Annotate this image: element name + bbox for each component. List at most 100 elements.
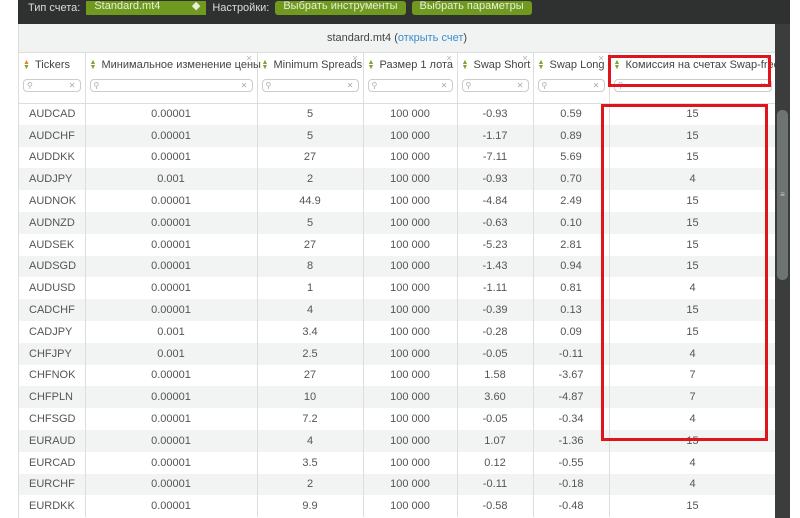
column-header[interactable]: ✕ ▲ ▼ Минимальное изменение цены ⚲ ✕: [85, 53, 261, 104]
table-row[interactable]: EURCHF 0.00001 2 100 000 -0.11 -0.18 4: [19, 473, 777, 496]
table-cell: CHFJPY: [19, 342, 86, 365]
table-cell: 100 000: [363, 429, 458, 452]
table-cell: 100 000: [363, 255, 458, 278]
table-cell: AUDNZD: [19, 211, 86, 234]
table-cell: 100 000: [363, 495, 458, 518]
table-cell: -0.63: [457, 211, 534, 234]
table-cell: 100 000: [363, 233, 458, 256]
table-cell: CHFSGD: [19, 408, 86, 430]
clear-icon[interactable]: ✕: [241, 80, 248, 91]
table-cell: 4: [609, 451, 777, 474]
chevron-updown-icon: ◆: [191, 0, 201, 12]
account-name: standard.mt4: [326, 32, 392, 44]
column-filter-input[interactable]: ⚲ ✕: [367, 79, 453, 92]
column-title: Minimum Spreads: [273, 59, 363, 71]
table-cell: 100 000: [363, 168, 458, 191]
column-header[interactable]: ✕ ▲ ▼ Swap Long ⚲ ✕: [533, 53, 610, 104]
column-header[interactable]: ✕ ▲ ▼ Minimum Spreads ⚲ ✕: [257, 53, 364, 104]
column-filter-input[interactable]: ⚲ ✕: [261, 79, 359, 92]
table-cell: -0.55: [533, 451, 610, 474]
highlight-box-header: [608, 55, 771, 87]
table-cell: 0.00001: [85, 364, 258, 387]
table-cell: 15: [609, 495, 777, 518]
table-cell: -0.48: [533, 495, 610, 518]
scrollbar-thumb[interactable]: ≡: [777, 110, 788, 280]
clear-icon[interactable]: ✕: [347, 80, 354, 91]
table-cell: 100 000: [363, 451, 458, 474]
paren: ): [463, 32, 468, 44]
close-icon[interactable]: ✕: [522, 54, 529, 63]
table-cell: 10: [257, 386, 364, 409]
table-cell: 100 000: [363, 211, 458, 234]
table-cell: AUDCAD: [19, 103, 86, 125]
table-cell: 0.00001: [85, 255, 258, 278]
select-instruments-button[interactable]: Выбрать инструменты: [275, 1, 406, 15]
close-icon[interactable]: ✕: [246, 54, 253, 63]
table-cell: AUDDKK: [19, 146, 86, 169]
column-header[interactable]: ✕ ▲ ▼ Swap Short ⚲ ✕: [457, 53, 534, 104]
close-icon[interactable]: ✕: [352, 54, 359, 63]
close-icon[interactable]: ✕: [598, 54, 605, 63]
table-cell: 44.9: [257, 190, 364, 212]
table-cell: 0.00001: [85, 299, 258, 321]
sort-icon[interactable]: ▲ ▼: [368, 59, 376, 71]
close-icon[interactable]: ✕: [446, 54, 453, 63]
table-cell: -1.43: [457, 255, 534, 278]
table-cell: 0.00001: [85, 495, 258, 518]
clear-icon[interactable]: ✕: [69, 80, 76, 91]
table-cell: -1.36: [533, 429, 610, 452]
sort-icon[interactable]: ▲ ▼: [262, 59, 270, 71]
sort-icon[interactable]: ▲ ▼: [90, 59, 98, 71]
table-cell: -5.23: [457, 233, 534, 256]
search-icon: ⚲: [265, 81, 272, 90]
table-cell: 0.81: [533, 277, 610, 300]
search-icon: ⚲: [371, 81, 378, 90]
toolbar: Тип счета: Standard.mt4 ◆ Настройки: Выбр…: [18, 0, 790, 24]
clear-icon[interactable]: ✕: [441, 80, 448, 91]
table-cell: 100 000: [363, 277, 458, 300]
table-row[interactable]: EURDKK 0.00001 9.9 100 000 -0.58 -0.48 15: [19, 495, 777, 518]
table-cell: CHFNOK: [19, 364, 86, 387]
table-cell: AUDCHF: [19, 124, 86, 147]
table-cell: -0.05: [457, 408, 534, 430]
table-cell: 4: [257, 429, 364, 452]
column-header[interactable]: ▲ ▼ Tickers ⚲ ✕: [19, 53, 86, 104]
column-filter-input[interactable]: ⚲ ✕: [461, 79, 529, 92]
account-type-select[interactable]: Standard.mt4 ◆: [86, 0, 207, 15]
table-cell: 1: [257, 277, 364, 300]
table-cell: 100 000: [363, 299, 458, 321]
table-cell: 0.00001: [85, 124, 258, 147]
table-cell: 0.00001: [85, 429, 258, 452]
open-account-link[interactable]: открыть счет: [398, 32, 463, 44]
clear-icon[interactable]: ✕: [593, 80, 600, 91]
table-cell: 100 000: [363, 364, 458, 387]
table-cell: -0.93: [457, 168, 534, 191]
table-cell: 0.13: [533, 299, 610, 321]
table-cell: -0.93: [457, 103, 534, 125]
sort-icon[interactable]: ▲ ▼: [538, 59, 546, 71]
column-filter-input[interactable]: ⚲ ✕: [89, 79, 253, 92]
table-cell: 0.00001: [85, 190, 258, 212]
table-cell: 3.60: [457, 386, 534, 409]
select-params-button[interactable]: Выбрать параметры: [411, 1, 532, 15]
table-cell: 5.69: [533, 146, 610, 169]
table-cell: AUDJPY: [19, 168, 86, 191]
column-filter-input[interactable]: ⚲ ✕: [537, 79, 605, 92]
table-cell: 1.58: [457, 364, 534, 387]
table-cell: 0.00001: [85, 473, 258, 496]
table-cell: 7.2: [257, 408, 364, 430]
table-cell: EURAUD: [19, 429, 86, 452]
table-cell: 0.001: [85, 342, 258, 365]
highlight-box-column: [601, 104, 768, 441]
column-header[interactable]: ✕ ▲ ▼ Размер 1 лота ⚲ ✕: [363, 53, 458, 104]
sort-icon[interactable]: ▲ ▼: [462, 59, 470, 71]
table-cell: -0.11: [457, 473, 534, 496]
table-cell: 0.94: [533, 255, 610, 278]
table-cell: 9.9: [257, 495, 364, 518]
sort-icon[interactable]: ▲ ▼: [23, 59, 31, 71]
table-cell: 100 000: [363, 124, 458, 147]
column-filter-input[interactable]: ⚲ ✕: [23, 79, 81, 92]
clear-icon[interactable]: ✕: [517, 80, 524, 91]
table-cell: 100 000: [363, 386, 458, 409]
table-row[interactable]: EURCAD 0.00001 3.5 100 000 0.12 -0.55 4: [19, 451, 777, 474]
